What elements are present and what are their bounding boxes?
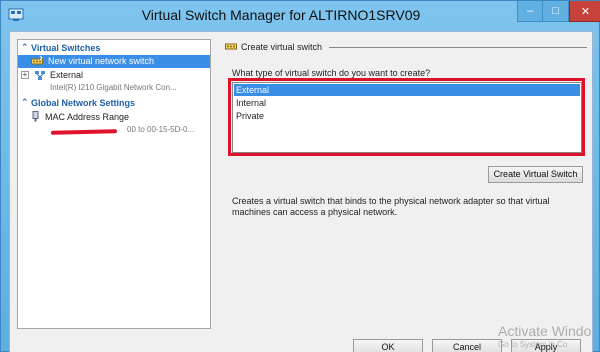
- dialog-client-area: ⌃ Virtual Switches New virtual network s…: [9, 31, 593, 352]
- tree-item-label: MAC Address Range: [45, 112, 130, 122]
- create-virtual-switch-button[interactable]: Create Virtual Switch: [488, 166, 583, 183]
- virtual-switches-header: Virtual Switches: [31, 43, 101, 53]
- redaction-mark: [50, 129, 118, 135]
- tree-item-label: New virtual network switch: [48, 56, 155, 66]
- navigation-tree[interactable]: ⌃ Virtual Switches New virtual network s…: [17, 39, 211, 329]
- minimize-icon: –: [526, 5, 534, 17]
- annotation-highlight-box: [228, 78, 585, 156]
- expand-icon[interactable]: +: [21, 71, 29, 79]
- activation-watermark-hint: Go to System in Co: [498, 340, 568, 349]
- maximize-icon: □: [552, 5, 559, 17]
- network-switch-icon: [35, 71, 45, 80]
- external-adapter-detail: Intel(R) I210 Gigabit Network Con...: [50, 83, 177, 92]
- divider: [329, 47, 587, 48]
- create-switch-panel: Create virtual switch What type of virtu…: [217, 39, 589, 329]
- collapse-icon[interactable]: ⌃: [21, 97, 29, 108]
- mac-range-detail: 00 to 00-15-5D-0...: [127, 125, 195, 134]
- global-network-settings-section[interactable]: ⌃ Global Network Settings: [18, 97, 210, 110]
- mac-address-icon: [32, 111, 39, 122]
- network-switch-new-icon: [225, 43, 237, 50]
- activation-watermark: Activate Windo: [498, 323, 592, 339]
- tree-item-mac-address-range[interactable]: MAC Address Range: [18, 111, 210, 124]
- title-bar[interactable]: Virtual Switch Manager for ALTIRNO1SRV09…: [1, 1, 600, 31]
- tree-item-new-virtual-network-switch[interactable]: New virtual network switch: [18, 55, 210, 68]
- group-title: Create virtual switch: [241, 42, 323, 52]
- network-switch-new-icon: [31, 56, 43, 65]
- tree-item-label: External: [50, 70, 84, 80]
- virtual-switches-section[interactable]: ⌃ Virtual Switches: [18, 42, 210, 55]
- ok-button[interactable]: OK: [353, 339, 423, 352]
- close-icon: ✕: [580, 5, 591, 18]
- switch-type-question: What type of virtual switch do you want …: [232, 68, 431, 78]
- switch-type-description: Creates a virtual switch that binds to t…: [232, 196, 550, 217]
- window-title: Virtual Switch Manager for ALTIRNO1SRV09: [141, 7, 421, 23]
- cancel-button[interactable]: Cancel: [432, 339, 502, 352]
- create-switch-group-header: Create virtual switch: [217, 39, 589, 53]
- minimize-button[interactable]: –: [517, 1, 543, 22]
- tree-item-external[interactable]: + External: [18, 69, 210, 82]
- collapse-icon[interactable]: ⌃: [21, 42, 29, 53]
- virtual-switch-manager-window: Virtual Switch Manager for ALTIRNO1SRV09…: [0, 0, 600, 352]
- close-button[interactable]: ✕: [569, 1, 600, 22]
- maximize-button[interactable]: □: [543, 1, 569, 22]
- global-network-settings-header: Global Network Settings: [31, 98, 136, 108]
